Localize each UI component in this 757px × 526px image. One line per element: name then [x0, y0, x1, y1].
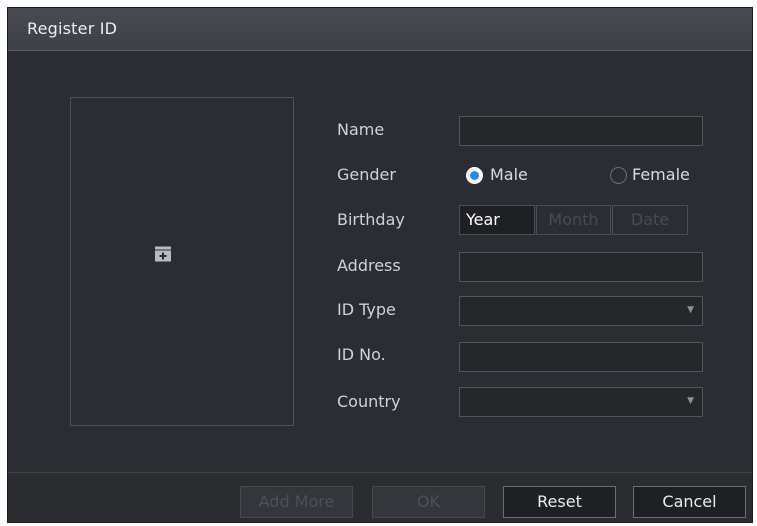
name-input[interactable] — [460, 117, 702, 145]
dialog-title: Register ID — [27, 19, 118, 38]
address-input[interactable] — [460, 253, 702, 281]
id-no-input[interactable] — [460, 343, 702, 371]
birthday-label: Birthday — [337, 210, 405, 229]
register-id-dialog: Register ID Name Gender Male Female Birt… — [8, 8, 752, 522]
reset-button[interactable]: Reset — [503, 486, 616, 518]
birthday-date-field[interactable]: Date — [612, 205, 688, 235]
photo-area[interactable] — [70, 97, 294, 426]
ok-button[interactable]: OK — [372, 486, 485, 518]
dialog-titlebar[interactable]: Register ID — [8, 8, 752, 51]
add-photo-icon[interactable] — [154, 246, 172, 262]
name-label: Name — [337, 120, 385, 139]
id-no-label: ID No. — [337, 345, 386, 364]
add-more-button[interactable]: Add More — [240, 486, 353, 518]
birthday-month-field[interactable]: Month — [536, 205, 611, 235]
country-select[interactable]: ▼ — [459, 387, 703, 417]
cancel-button[interactable]: Cancel — [633, 486, 746, 518]
gender-label: Gender — [337, 165, 396, 184]
address-field[interactable] — [459, 252, 703, 282]
gender-male-radio[interactable] — [466, 167, 483, 184]
address-label: Address — [337, 256, 401, 275]
birthday-year-field[interactable]: Year — [459, 205, 535, 235]
dropdown-arrow-icon: ▼ — [687, 305, 694, 315]
country-label: Country — [337, 392, 401, 411]
id-no-field[interactable] — [459, 342, 703, 372]
dropdown-arrow-icon: ▼ — [687, 396, 694, 406]
name-field[interactable] — [459, 116, 703, 146]
gender-female-radio[interactable] — [610, 167, 627, 184]
id-type-select[interactable]: ▼ — [459, 296, 703, 326]
id-type-label: ID Type — [337, 300, 396, 319]
gender-female-label[interactable]: Female — [632, 165, 690, 184]
gender-male-label[interactable]: Male — [490, 165, 528, 184]
